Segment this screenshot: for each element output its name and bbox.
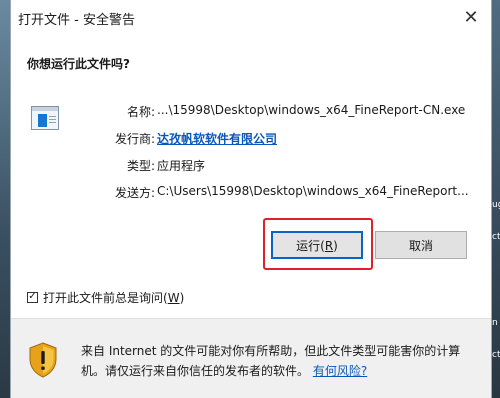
desktop-background-left <box>0 0 10 398</box>
detail-value-type: 应用程序 <box>157 159 206 173</box>
detail-value-sender: C:\Users\15998\Desktop\windows_x64_FineR… <box>157 184 469 198</box>
detail-row-sender: 发送方: C:\Users\15998\Desktop\windows_x64_… <box>11 184 491 202</box>
desktop-text-fragment: ct <box>492 350 500 360</box>
run-button[interactable]: 运行(R) <box>271 231 363 259</box>
always-ask-label: 打开此文件前总是询问(W) <box>43 290 185 305</box>
shield-warning-icon <box>29 342 57 378</box>
desktop-background-right: ug ct n ct <box>492 0 500 398</box>
desktop-text-fragment: n <box>492 318 498 328</box>
close-icon: ✕ <box>463 6 479 28</box>
always-ask-checkbox-row[interactable]: ✓ 打开此文件前总是询问(W) <box>27 288 184 306</box>
detail-label: 发送方: <box>114 186 155 200</box>
close-button[interactable]: ✕ <box>457 4 485 30</box>
checkmark-icon: ✓ <box>28 291 37 302</box>
detail-row-type: 类型: 应用程序 <box>11 157 491 175</box>
run-button-label: 运行(R) <box>296 238 338 253</box>
publisher-link[interactable]: 达孜帆软软件有限公司 <box>157 130 277 147</box>
dialog-titlebar[interactable]: 打开文件 - 安全警告 ✕ <box>11 0 491 36</box>
cancel-button[interactable]: 取消 <box>375 231 467 259</box>
detail-label: 发行商: <box>114 132 155 146</box>
detail-label: 类型: <box>126 159 155 173</box>
desktop-text-fragment: ug <box>492 200 500 210</box>
detail-label: 名称: <box>126 105 155 119</box>
desktop-text-fragment: ct <box>492 232 500 242</box>
detail-row-publisher: 发行商: 达孜帆软软件有限公司 <box>11 130 491 148</box>
detail-value-filename: ...\15998\Desktop\windows_x64_FineReport… <box>157 103 466 117</box>
always-ask-checkbox[interactable]: ✓ <box>27 291 38 303</box>
warning-message: 来自 Internet 的文件可能对你有所帮助，但此文件类型可能害你的计算机。请… <box>81 344 461 378</box>
dialog-title: 打开文件 - 安全警告 <box>18 13 135 28</box>
security-warning-dialog: 打开文件 - 安全警告 ✕ 你想运行此文件吗? 名称: ...\15998\De… <box>10 0 492 398</box>
run-question: 你想运行此文件吗? <box>27 57 130 71</box>
warning-footer: 来自 Internet 的文件可能对你有所帮助，但此文件类型可能害你的计算机。请… <box>11 319 491 398</box>
risk-help-link[interactable]: 有何风险? <box>313 364 367 378</box>
detail-row-name: 名称: ...\15998\Desktop\windows_x64_FineRe… <box>11 103 491 121</box>
